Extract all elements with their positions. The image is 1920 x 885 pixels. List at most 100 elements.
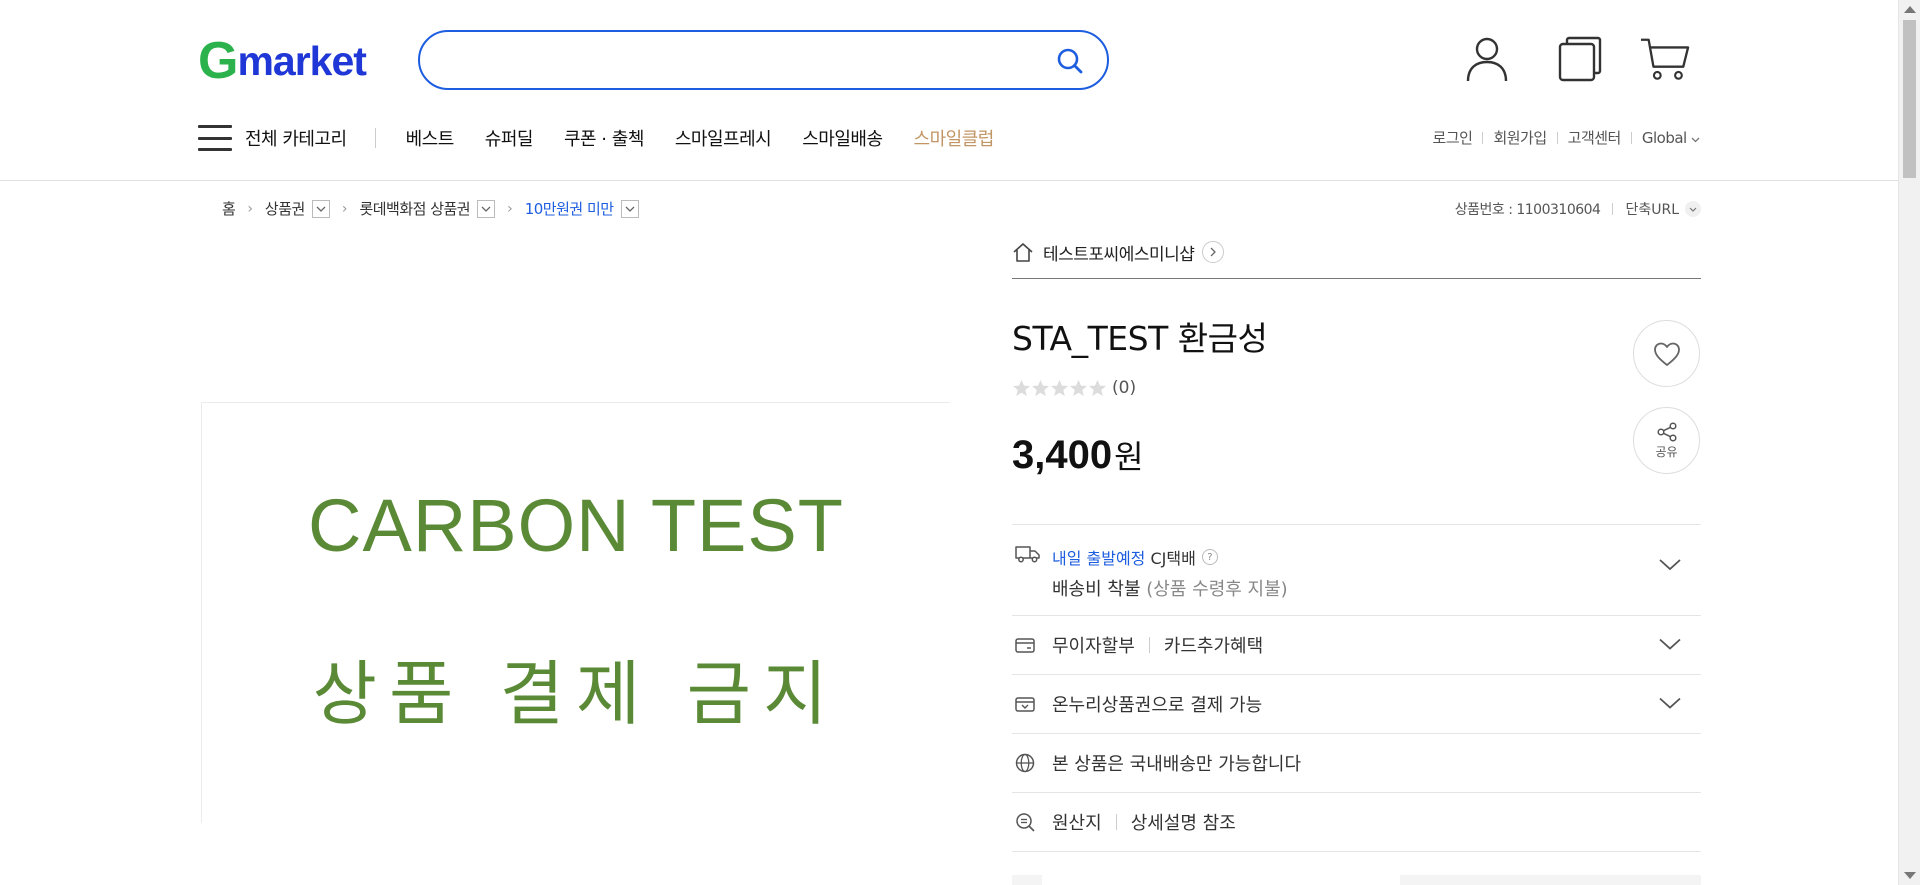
seller-name[interactable]: 테스트포씨에스미니샵 xyxy=(1043,240,1195,265)
global-link[interactable]: Global xyxy=(1642,129,1700,147)
globe-icon xyxy=(1015,753,1035,773)
search-button[interactable] xyxy=(1053,44,1087,78)
my-page-button[interactable] xyxy=(1462,34,1512,84)
chevron-right-icon xyxy=(1210,247,1217,257)
rating[interactable]: (0) xyxy=(1012,378,1136,398)
star-icon xyxy=(1088,379,1107,397)
global-nav: 전체 카테고리 베스트 슈퍼딜 쿠폰 · 출첵 스마일프레시 스마일배송 스마일… xyxy=(198,118,1025,158)
star-icon xyxy=(1050,379,1069,397)
product-number-area: 상품번호 : 1100310604 단축URL xyxy=(1455,199,1701,219)
onnuri-expand-button[interactable] xyxy=(1659,694,1681,715)
shipping-fee: 배송비 착불 xyxy=(1052,579,1141,600)
breadcrumb-home[interactable]: 홈 xyxy=(222,198,236,219)
login-link[interactable]: 로그인 xyxy=(1433,127,1473,148)
dispatch-date[interactable]: 내일 출발예정 xyxy=(1052,545,1145,569)
breadcrumb-dropdown-2[interactable] xyxy=(477,199,496,218)
menu-icon[interactable] xyxy=(198,125,232,151)
scroll-down-icon[interactable] xyxy=(1904,872,1916,879)
seller-bar: 테스트포씨에스미니샵 xyxy=(1012,240,1701,279)
chevron-down-icon xyxy=(1659,559,1681,571)
card-benefit-label: 카드추가혜택 xyxy=(1163,636,1264,657)
share-icon xyxy=(1656,421,1677,442)
short-url-button[interactable]: 단축URL xyxy=(1625,199,1701,219)
option-area-edge xyxy=(1012,875,1042,885)
search-input[interactable] xyxy=(446,44,1006,76)
star-icon xyxy=(1031,379,1050,397)
gmarket-logo[interactable]: Gmarket xyxy=(198,32,367,90)
nav-divider xyxy=(374,128,376,148)
nav-best[interactable]: 베스트 xyxy=(406,125,455,151)
origin-label: 원산지 xyxy=(1052,813,1102,834)
breadcrumb-category-3[interactable]: 10만원권 미만 xyxy=(525,198,614,219)
chevron-down-icon xyxy=(625,206,635,212)
benefit-rows: 내일 출발예정 CJ택배 ? 배송비 착불 (상품 수령후 지불) 무이자할부 … xyxy=(1012,524,1701,861)
logo-g: G xyxy=(198,32,238,90)
breadcrumb-category-2[interactable]: 롯데백화점 상품권 xyxy=(359,198,470,219)
scroll-up-icon[interactable] xyxy=(1904,6,1916,13)
chevron-down-icon xyxy=(1689,207,1697,212)
installment-expand-button[interactable] xyxy=(1659,635,1681,656)
voucher-icon xyxy=(1015,697,1035,712)
chevron-right-icon: › xyxy=(341,200,348,217)
chevron-down-icon xyxy=(1659,638,1681,650)
shipping-expand-button[interactable] xyxy=(1659,555,1681,576)
option-area-edge xyxy=(1400,875,1701,885)
nav-smile-delivery[interactable]: 스마일배송 xyxy=(802,125,883,151)
global-label: Global xyxy=(1641,128,1687,147)
breadcrumb-dropdown-1[interactable] xyxy=(311,199,330,218)
price-value: 3,400 xyxy=(1012,433,1113,477)
rating-stars xyxy=(1012,379,1107,397)
cart-button[interactable] xyxy=(1640,34,1690,84)
breadcrumb-dropdown-3[interactable] xyxy=(620,199,639,218)
recent-items-button[interactable] xyxy=(1555,34,1605,84)
scroll-thumb[interactable] xyxy=(1903,20,1916,178)
user-icon xyxy=(1466,37,1508,82)
onnuri-row[interactable]: 온누리상품권으로 결제 가능 xyxy=(1012,674,1701,733)
customer-center-link[interactable]: 고객센터 xyxy=(1568,127,1622,148)
chevron-right-icon: › xyxy=(507,200,513,217)
page-scrollbar[interactable] xyxy=(1898,0,1920,885)
magnifier-icon xyxy=(1016,813,1035,832)
price: 3,400 원 xyxy=(1012,432,1144,478)
heart-icon xyxy=(1653,342,1680,366)
installment-label: 무이자할부 xyxy=(1052,636,1135,657)
installment-row[interactable]: 무이자할부 카드추가혜택 xyxy=(1012,615,1701,674)
carrier-name: CJ택배 xyxy=(1150,549,1196,568)
domestic-row: 본 상품은 국내배송만 가능합니다 xyxy=(1012,733,1701,792)
logo-text: market xyxy=(237,37,366,84)
chevron-down-icon xyxy=(1659,697,1681,709)
site-header: Gmarket 전체 카테고리 베스트 슈퍼딜 쿠폰 · 출첵 스마일프레시 스… xyxy=(0,0,1898,181)
nav-smile-fresh[interactable]: 스마일프레시 xyxy=(675,125,772,151)
chevron-right-icon: › xyxy=(247,200,253,217)
origin-value: 상세설명 참조 xyxy=(1130,813,1236,834)
shipping-row[interactable]: 내일 출발예정 CJ택배 ? 배송비 착불 (상품 수령후 지불) xyxy=(1012,524,1701,615)
product-main-image[interactable]: CARBON TEST 상품 결제 금지 xyxy=(201,402,950,823)
nav-coupon[interactable]: 쿠폰 · 출첵 xyxy=(564,125,644,151)
cart-icon xyxy=(1640,38,1690,80)
chevron-down-icon xyxy=(316,206,326,212)
shipping-fee-note: (상품 수령후 지불) xyxy=(1146,579,1288,600)
origin-row: 원산지 상세설명 참조 xyxy=(1012,792,1701,851)
star-icon xyxy=(1069,379,1088,397)
search-icon xyxy=(1057,48,1083,74)
seller-go-button[interactable] xyxy=(1202,241,1225,263)
share-button[interactable]: 공유 xyxy=(1633,407,1700,474)
signup-link[interactable]: 회원가입 xyxy=(1493,127,1547,148)
truck-icon xyxy=(1015,546,1040,563)
short-url-label: 단축URL xyxy=(1625,202,1679,218)
card-icon xyxy=(1015,638,1035,653)
onnuri-label: 온누리상품권으로 결제 가능 xyxy=(1052,695,1263,716)
all-category-link[interactable]: 전체 카테고리 xyxy=(245,125,347,151)
breadcrumb: 홈 › 상품권 › 롯데백화점 상품권 › 10만원권 미만 xyxy=(222,198,639,219)
search-box xyxy=(418,30,1109,90)
recent-items-icon xyxy=(1558,36,1602,82)
chevron-down-icon xyxy=(481,206,491,212)
review-count: (0) xyxy=(1112,378,1137,398)
nav-smile-club[interactable]: 스마일클럽 xyxy=(914,125,995,151)
image-text-line-1: CARBON TEST xyxy=(308,484,844,567)
breadcrumb-category-1[interactable]: 상품권 xyxy=(265,198,305,219)
help-icon[interactable]: ? xyxy=(1201,549,1218,565)
nav-superdeal[interactable]: 슈퍼딜 xyxy=(485,125,534,151)
product-title: STA_TEST 환금성 xyxy=(1012,319,1268,358)
wishlist-button[interactable] xyxy=(1633,320,1700,387)
